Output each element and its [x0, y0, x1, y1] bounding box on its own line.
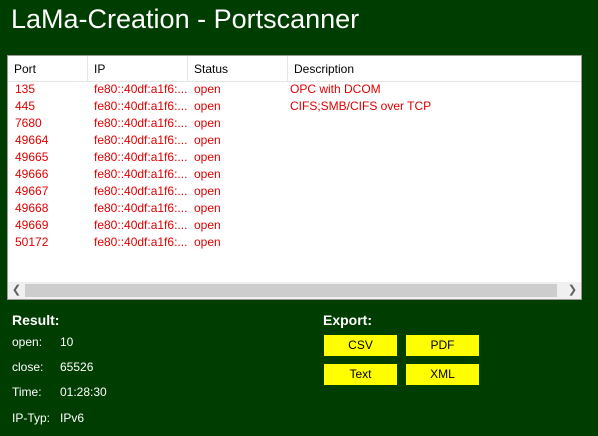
ip-cell: fe80::40df:a1f6:... — [94, 184, 188, 198]
column-header-ip[interactable]: IP — [88, 56, 188, 81]
port-cell: 49666 — [15, 167, 49, 181]
column-header-port[interactable]: Port — [8, 56, 88, 81]
horizontal-scrollbar[interactable]: ❮ ❯ — [8, 282, 581, 299]
ip-cell: fe80::40df:a1f6:... — [94, 133, 188, 147]
column-header-description[interactable]: Description — [288, 56, 581, 81]
status-cell: open — [194, 201, 221, 215]
close-count: 65526 — [60, 360, 94, 374]
status-cell: open — [194, 133, 221, 147]
scrollbar-thumb[interactable] — [25, 284, 557, 297]
close-label: close: — [12, 360, 44, 374]
status-cell: open — [194, 218, 221, 232]
list-row[interactable]: 49668 fe80::40df:a1f6:... open — [8, 200, 581, 217]
export-heading: Export: — [323, 312, 372, 328]
description-cell — [290, 149, 575, 166]
result-heading: Result: — [12, 312, 60, 328]
port-cell: 445 — [15, 99, 36, 113]
status-cell: open — [194, 150, 221, 164]
ip-type-value: IPv6 — [60, 411, 85, 425]
ip-cell: fe80::40df:a1f6:... — [94, 201, 188, 215]
export-text-button[interactable]: Text — [324, 364, 397, 385]
export-csv-button[interactable]: CSV — [324, 335, 397, 356]
description-cell: CIFS;SMB/CIFS over TCP — [290, 99, 432, 113]
ip-type-label: IP-Typ: — [12, 411, 51, 425]
time-label: Time: — [12, 385, 42, 399]
ip-cell: fe80::40df:a1f6:... — [94, 116, 188, 130]
status-cell: open — [194, 184, 221, 198]
list-row[interactable]: 49664 fe80::40df:a1f6:... open — [8, 132, 581, 149]
port-cell: 50172 — [15, 235, 49, 249]
description-cell — [290, 217, 575, 234]
port-cell: 49665 — [15, 150, 49, 164]
open-count: 10 — [60, 335, 74, 349]
description-cell — [290, 132, 575, 149]
list-header: Port IP Status Description — [8, 56, 581, 82]
list-rows: 135 fe80::40df:a1f6:... open OPC with DC… — [8, 81, 581, 251]
port-cell: 49667 — [15, 184, 49, 198]
port-results-list[interactable]: Port IP Status Description 135 fe80::40d… — [7, 55, 582, 300]
status-cell: open — [194, 235, 221, 249]
description-cell — [290, 115, 575, 132]
ip-cell: fe80::40df:a1f6:... — [94, 82, 188, 96]
port-cell: 135 — [15, 82, 36, 96]
chevron-right-icon[interactable]: ❯ — [564, 282, 581, 299]
ip-cell: fe80::40df:a1f6:... — [94, 235, 188, 249]
status-cell: open — [194, 99, 221, 113]
list-row[interactable]: 135 fe80::40df:a1f6:... open OPC with DC… — [8, 81, 581, 98]
export-xml-button[interactable]: XML — [406, 364, 479, 385]
description-cell — [290, 166, 575, 183]
ip-cell: fe80::40df:a1f6:... — [94, 99, 188, 113]
column-header-status[interactable]: Status — [188, 56, 288, 81]
elapsed-time: 01:28:30 — [60, 385, 107, 399]
port-cell: 49668 — [15, 201, 49, 215]
description-cell — [290, 200, 575, 217]
port-cell: 49669 — [15, 218, 49, 232]
status-cell: open — [194, 116, 221, 130]
list-row[interactable]: 49666 fe80::40df:a1f6:... open — [8, 166, 581, 183]
ip-cell: fe80::40df:a1f6:... — [94, 150, 188, 164]
description-cell — [290, 183, 575, 200]
list-row[interactable]: 49667 fe80::40df:a1f6:... open — [8, 183, 581, 200]
port-cell: 7680 — [15, 116, 42, 130]
list-row[interactable]: 7680 fe80::40df:a1f6:... open — [8, 115, 581, 132]
description-cell — [290, 234, 575, 251]
open-label: open: — [12, 335, 43, 349]
status-cell: open — [194, 167, 221, 181]
status-cell: open — [194, 82, 221, 96]
list-row[interactable]: 445 fe80::40df:a1f6:... open CIFS;SMB/CI… — [8, 98, 581, 115]
ip-cell: fe80::40df:a1f6:... — [94, 167, 188, 181]
app-title: LaMa-Creation - Portscanner — [11, 4, 360, 34]
list-row[interactable]: 49665 fe80::40df:a1f6:... open — [8, 149, 581, 166]
chevron-left-icon[interactable]: ❮ — [8, 282, 25, 299]
description-cell: OPC with DCOM — [290, 82, 381, 96]
ip-cell: fe80::40df:a1f6:... — [94, 218, 188, 232]
port-cell: 49664 — [15, 133, 49, 147]
list-row[interactable]: 50172 fe80::40df:a1f6:... open — [8, 234, 581, 251]
list-row[interactable]: 49669 fe80::40df:a1f6:... open — [8, 217, 581, 234]
export-pdf-button[interactable]: PDF — [406, 335, 479, 356]
